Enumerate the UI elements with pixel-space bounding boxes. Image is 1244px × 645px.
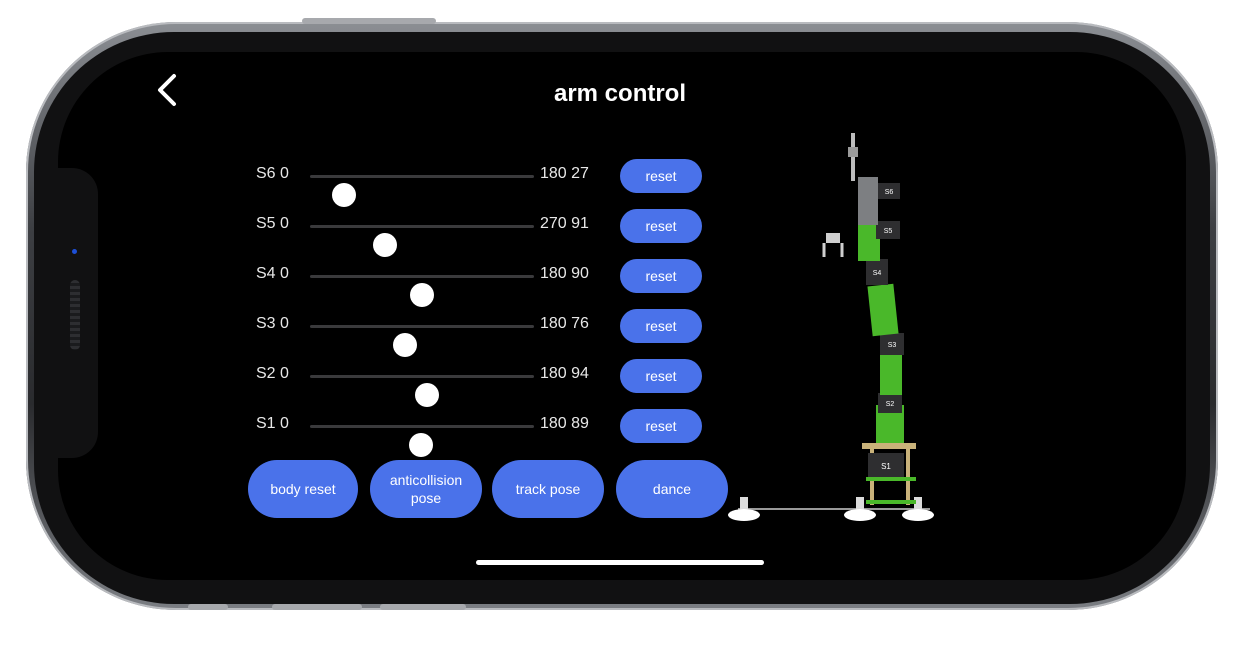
- slider-row-s3: S3 0 180 76 reset: [250, 306, 710, 357]
- svg-text:S6: S6: [885, 189, 894, 196]
- slider-track[interactable]: [310, 325, 534, 357]
- reset-button[interactable]: reset: [620, 259, 702, 293]
- chevron-left-icon[interactable]: [150, 70, 184, 110]
- anticollision-pose-button[interactable]: anticollision pose: [370, 460, 482, 518]
- reset-button[interactable]: reset: [620, 159, 702, 193]
- phone-volume-button: [380, 604, 466, 610]
- camera-icon: [72, 249, 77, 254]
- svg-text:S3: S3: [888, 342, 897, 349]
- slider-track[interactable]: [310, 275, 534, 307]
- dance-button[interactable]: dance: [616, 460, 728, 518]
- slider-row-s2: S2 0 180 94 reset: [250, 356, 710, 407]
- slider-value: 180 27: [540, 165, 589, 182]
- slider-value: 180 94: [540, 365, 589, 382]
- slider-row-s6: S6 0 180 27 reset: [250, 156, 710, 207]
- slider-label: S4 0: [256, 265, 289, 282]
- page-title: arm control: [553, 80, 687, 107]
- slider-track[interactable]: [310, 425, 534, 457]
- reset-button[interactable]: reset: [620, 359, 702, 393]
- slider-value: 180 90: [540, 265, 589, 282]
- speaker-grille: [70, 280, 80, 350]
- svg-text:S1: S1: [881, 462, 891, 471]
- slider-label: S3 0: [256, 315, 289, 332]
- slider-row-s1: S1 0 180 89 reset: [250, 406, 710, 457]
- body-reset-button[interactable]: body reset: [248, 460, 358, 518]
- svg-text:S5: S5: [884, 228, 893, 235]
- reset-button[interactable]: reset: [620, 209, 702, 243]
- phone-volume-button: [188, 604, 228, 610]
- slider-thumb[interactable]: [410, 283, 434, 307]
- slider-track[interactable]: [310, 225, 534, 257]
- svg-text:S2: S2: [886, 401, 895, 408]
- slider-thumb[interactable]: [331, 183, 356, 207]
- slider-value: 180 89: [540, 415, 589, 432]
- robot-arm-illustration: S1 S2 S3 S4 S5 S6: [728, 133, 934, 521]
- slider-thumb[interactable]: [414, 383, 439, 407]
- slider-label: S1 0: [256, 415, 289, 432]
- home-indicator[interactable]: [476, 560, 764, 565]
- slider-value: 180 76: [540, 315, 589, 332]
- slider-thumb[interactable]: [408, 433, 433, 457]
- slider-label: S6 0: [256, 165, 289, 182]
- gripper-icon: [822, 233, 844, 257]
- reset-button[interactable]: reset: [620, 409, 702, 443]
- slider-thumb[interactable]: [392, 333, 417, 357]
- slider-track[interactable]: [310, 375, 534, 407]
- slider-row-s5: S5 0 270 91 reset: [250, 206, 710, 257]
- slider-label: S2 0: [256, 365, 289, 382]
- slider-row-s4: S4 0 180 90 reset: [250, 256, 710, 307]
- phone-volume-button: [272, 604, 362, 610]
- reset-button[interactable]: reset: [620, 309, 702, 343]
- track-pose-button[interactable]: track pose: [492, 460, 604, 518]
- slider-label: S5 0: [256, 215, 289, 232]
- base-plate: [862, 443, 916, 449]
- phone-side-button: [302, 18, 436, 24]
- svg-text:S4: S4: [873, 270, 882, 277]
- slider-value: 270 91: [540, 215, 589, 232]
- slider-track[interactable]: [310, 175, 534, 207]
